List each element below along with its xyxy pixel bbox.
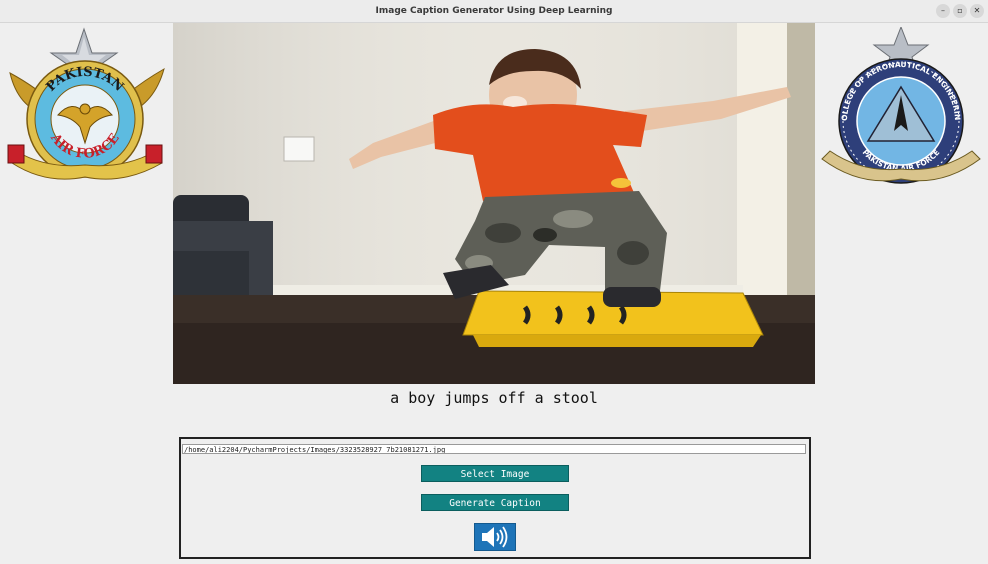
control-panel: /home/ali2204/PycharmProjects/Images/332…: [179, 437, 811, 559]
window-titlebar: Image Caption Generator Using Deep Learn…: [0, 0, 988, 23]
window-title: Image Caption Generator Using Deep Learn…: [375, 6, 613, 16]
close-icon[interactable]: ✕: [970, 4, 984, 18]
cae-logo-right: COLLEGE OF AERONAUTICAL ENGINEERING PAKI…: [820, 27, 981, 184]
maximize-icon[interactable]: ▫: [953, 4, 967, 18]
file-path-field[interactable]: /home/ali2204/PycharmProjects/Images/332…: [182, 444, 806, 454]
minimize-icon[interactable]: –: [936, 4, 950, 18]
generate-caption-button[interactable]: Generate Caption: [421, 494, 569, 511]
paf-logo-left: PAKISTAN AIR FORCE: [7, 27, 165, 180]
speaker-icon: [482, 526, 508, 548]
speak-caption-button[interactable]: [474, 523, 516, 551]
selected-photo: [173, 23, 815, 384]
app-window: PAKISTAN AIR FORCE OLLEGE OF AERONAUTICA…: [0, 23, 988, 564]
generated-caption: a boy jumps off a stool: [390, 389, 598, 407]
select-image-button[interactable]: Select Image: [421, 465, 569, 482]
